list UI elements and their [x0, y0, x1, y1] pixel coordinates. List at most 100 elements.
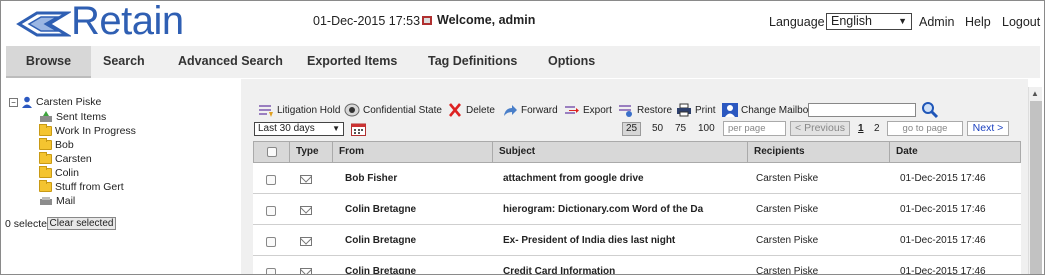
retain-logo[interactable]: Retain — [15, 0, 205, 43]
envelope-icon — [300, 237, 312, 246]
table-row[interactable]: Bob Fisher attachment from google drive … — [253, 164, 1021, 194]
change-mailbox-label: Change Mailbox — [741, 104, 814, 116]
change-mailbox-button[interactable]: Change Mailbox — [722, 101, 813, 119]
print-icon — [677, 103, 691, 117]
main-nav: Browse Search Advanced Search Exported I… — [6, 46, 1040, 78]
language-value: English — [831, 14, 872, 28]
folder-icon — [39, 138, 52, 150]
selected-count: 0 selected — [5, 218, 53, 230]
column-header-date[interactable]: Date — [890, 141, 1021, 163]
select-all-checkbox[interactable] — [267, 147, 277, 157]
page-size-25[interactable]: 25 — [622, 122, 642, 136]
folder-icon — [39, 166, 52, 178]
confidential-icon — [344, 103, 360, 117]
language-select[interactable]: English ▼ — [826, 13, 912, 30]
row-checkbox[interactable] — [266, 268, 276, 274]
go-to-page-input[interactable]: go to page — [887, 121, 963, 136]
message-table: Type From Subject Recipients Date Bob Fi… — [253, 141, 1021, 275]
clear-selected-button[interactable]: Clear selected — [47, 217, 116, 230]
row-date: 01-Dec-2015 17:46 — [900, 173, 986, 184]
date-range-select[interactable]: Last 30 days ▼ — [254, 122, 344, 136]
row-recipients: Carsten Piske — [756, 235, 819, 246]
folder-icon — [39, 152, 52, 164]
logo-text: Retain — [71, 0, 184, 43]
column-header-subject[interactable]: Subject — [493, 141, 748, 163]
envelope-icon — [300, 206, 312, 215]
tree-item-label: Work In Progress — [55, 125, 136, 137]
tab-tag-definitions[interactable]: Tag Definitions — [428, 46, 517, 78]
confidential-state-button[interactable]: Confidential State — [344, 101, 442, 119]
tree-item-colin[interactable]: Colin — [39, 166, 79, 179]
row-from: Colin Bretagne — [345, 235, 417, 246]
table-row[interactable]: Colin Bretagne hierogram: Dictionary.com… — [253, 195, 1021, 225]
tree-item-carsten[interactable]: Carsten — [39, 152, 92, 165]
export-icon — [565, 106, 579, 114]
column-header-from[interactable]: From — [333, 141, 493, 163]
column-header-type[interactable]: Type — [290, 141, 333, 163]
vertical-scrollbar[interactable]: ▲ — [1028, 87, 1042, 274]
table-row[interactable]: Colin Bretagne Credit Card Information C… — [253, 257, 1021, 275]
tab-exported-items[interactable]: Exported Items — [307, 46, 397, 78]
scroll-up-icon[interactable]: ▲ — [1031, 89, 1039, 98]
tree-item-work-in-progress[interactable]: Work In Progress — [39, 124, 136, 137]
current-datetime: 01-Dec-2015 17:53 — [313, 14, 421, 28]
litigation-hold-button[interactable]: Litigation Hold — [258, 101, 340, 119]
mailbox-search-input[interactable] — [808, 103, 916, 117]
print-button[interactable]: Print — [676, 101, 716, 119]
page-size-100[interactable]: 100 — [698, 122, 715, 136]
row-checkbox[interactable] — [266, 175, 276, 185]
collapse-icon[interactable]: − — [9, 97, 18, 107]
tab-advanced-search[interactable]: Advanced Search — [178, 46, 283, 78]
page-2-link[interactable]: 2 — [874, 122, 880, 136]
change-mailbox-icon — [722, 103, 738, 117]
user-icon — [22, 96, 32, 108]
chevron-down-icon: ▼ — [332, 124, 340, 133]
logout-link[interactable]: Logout — [1002, 15, 1040, 29]
page-size-50[interactable]: 50 — [652, 122, 663, 136]
tree-item-label: Colin — [55, 167, 79, 179]
tab-browse[interactable]: Browse — [6, 46, 91, 78]
date-range-value: Last 30 days — [258, 123, 315, 134]
welcome-text: Welcome, admin — [437, 13, 536, 27]
confidential-state-label: Confidential State — [363, 104, 442, 116]
restore-icon — [619, 105, 632, 117]
per-page-input[interactable]: per page — [723, 121, 786, 136]
tree-item-label: Sent Items — [56, 111, 107, 123]
export-button[interactable]: Export — [564, 101, 612, 119]
tree-root[interactable]: − Carsten Piske — [9, 96, 101, 108]
scrollbar-thumb[interactable] — [1030, 101, 1042, 274]
delete-button[interactable]: Delete — [447, 101, 495, 119]
tab-options[interactable]: Options — [548, 46, 595, 78]
help-link[interactable]: Help — [965, 15, 991, 29]
mailbox-icon — [40, 197, 52, 205]
tree-item-mail[interactable]: Mail — [39, 195, 75, 207]
row-recipients: Carsten Piske — [756, 173, 819, 184]
row-date: 01-Dec-2015 17:46 — [900, 266, 986, 275]
tab-search[interactable]: Search — [103, 46, 145, 78]
chevron-down-icon: ▼ — [898, 16, 907, 26]
tree-item-stuff-from-gert[interactable]: Stuff from Gert — [39, 180, 124, 193]
tree-item-label: Stuff from Gert — [55, 181, 124, 193]
language-label: Language — [769, 15, 825, 29]
retain-window: Retain 01-Dec-2015 17:53 Welcome, admin … — [0, 0, 1045, 275]
restore-label: Restore — [637, 104, 673, 116]
admin-link[interactable]: Admin — [919, 15, 954, 29]
forward-button[interactable]: Forward — [502, 101, 558, 119]
tree-item-sent-items[interactable]: Sent Items — [39, 111, 106, 123]
calendar-icon[interactable] — [351, 122, 366, 136]
page-size-75[interactable]: 75 — [675, 122, 686, 136]
tree-root-label: Carsten Piske — [36, 96, 102, 108]
row-checkbox[interactable] — [266, 206, 276, 216]
retain-logo-icon — [16, 11, 71, 37]
folder-icon — [39, 124, 52, 136]
tree-item-bob[interactable]: Bob — [39, 138, 74, 151]
row-recipients: Carsten Piske — [756, 204, 819, 215]
search-icon[interactable] — [921, 101, 939, 119]
table-row[interactable]: Colin Bretagne Ex- President of India di… — [253, 226, 1021, 256]
previous-page-button[interactable]: < Previous — [790, 121, 850, 136]
row-checkbox[interactable] — [266, 237, 276, 247]
page-1-link[interactable]: 1 — [858, 122, 864, 136]
next-page-button[interactable]: Next > — [967, 121, 1009, 136]
restore-button[interactable]: Restore — [618, 101, 672, 119]
column-header-recipients[interactable]: Recipients — [748, 141, 890, 163]
